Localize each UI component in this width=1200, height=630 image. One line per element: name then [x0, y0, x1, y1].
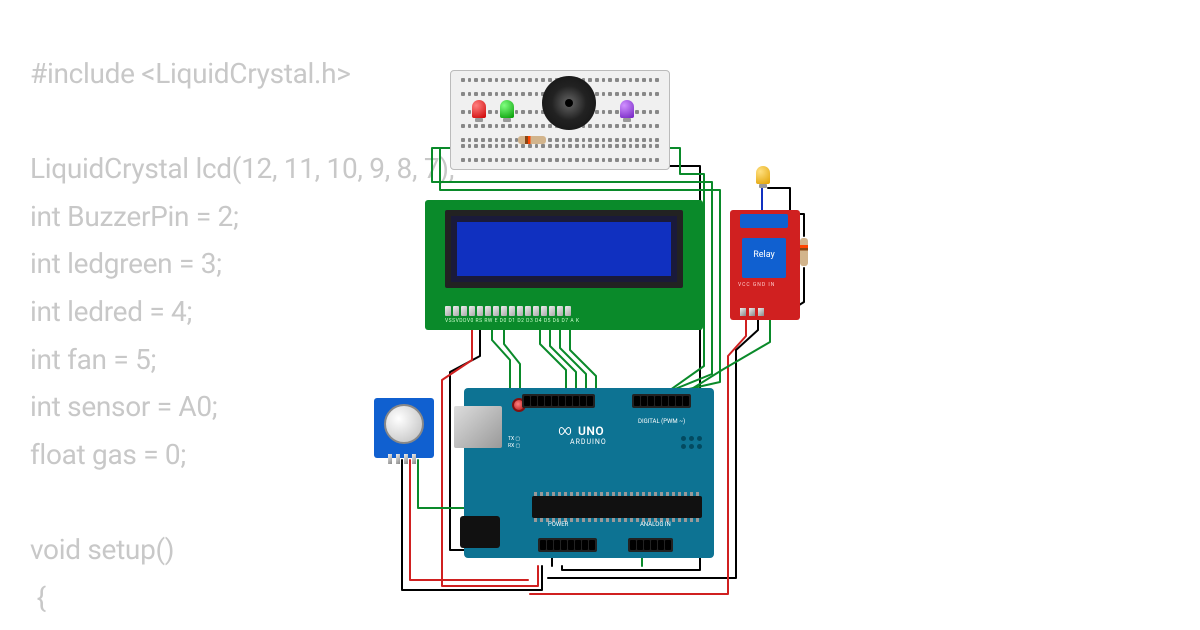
lcd-inner	[457, 222, 671, 276]
usb-port-icon	[454, 406, 502, 448]
gas-sensor	[374, 398, 434, 458]
code-line: int BuzzerPin = 2;	[30, 200, 239, 233]
code-line: int ledgreen = 3;	[30, 247, 222, 280]
lcd-pin-labels: VSSVDDV0 RS RW E D0 D1 D2 D3 D4 D5 D6 D7…	[445, 318, 579, 324]
led-yellow	[756, 166, 770, 184]
power-jack-icon	[460, 516, 500, 548]
arduino-uno: UNO ARDUINO TX ▢ RX ▢ DIGITAL (PWM ~) AN…	[464, 388, 714, 558]
led-green	[500, 100, 514, 118]
code-line: {	[30, 581, 46, 614]
digital-header-left	[522, 394, 595, 408]
sensor-pins	[388, 454, 416, 464]
power-header	[538, 538, 597, 552]
digital-header-right	[632, 394, 691, 408]
resistor	[518, 136, 546, 144]
analog-label: ANALOG IN	[640, 521, 671, 528]
icsp-header-icon	[681, 436, 702, 449]
relay-label: Relay	[753, 250, 775, 260]
analog-header	[628, 538, 673, 552]
relay-pin-labels: VCC GND IN	[738, 282, 775, 288]
buzzer-icon	[542, 76, 596, 130]
code-line: int ledred = 4;	[30, 295, 192, 328]
code-line: int fan = 5;	[30, 343, 156, 376]
digital-label: DIGITAL (PWM ~)	[638, 418, 685, 425]
sensor-cap	[384, 404, 424, 444]
lcd-module: VSSVDDV0 RS RW E D0 D1 D2 D3 D4 D5 D6 D7…	[425, 200, 703, 330]
lcd-screen	[445, 210, 683, 288]
led-red	[472, 100, 486, 118]
arduino-model: UNO	[578, 424, 604, 438]
relay-module: Relay VCC GND IN	[730, 210, 800, 320]
atmega-chip-icon	[532, 496, 702, 518]
relay-resistor	[800, 238, 808, 266]
code-line: #include <LiquidCrystal.h>	[30, 57, 351, 90]
txrx-leds: TX ▢ RX ▢	[508, 436, 520, 450]
code-line: void setup()	[30, 533, 174, 566]
relay-pins	[740, 308, 764, 316]
arduino-brand: ARDUINO	[570, 438, 607, 446]
code-line: float gas = 0;	[30, 438, 186, 471]
circuit-diagram: VSSVDDV0 RS RW E D0 D1 D2 D3 D4 D5 D6 D7…	[380, 70, 880, 600]
led-purple	[620, 100, 634, 118]
infinity-logo-icon	[558, 424, 572, 438]
power-label: POWER	[548, 521, 568, 528]
code-line: int sensor = A0;	[30, 390, 217, 423]
relay-block: Relay	[742, 238, 786, 278]
relay-terminal	[740, 214, 788, 228]
lcd-pin-row	[445, 306, 571, 316]
